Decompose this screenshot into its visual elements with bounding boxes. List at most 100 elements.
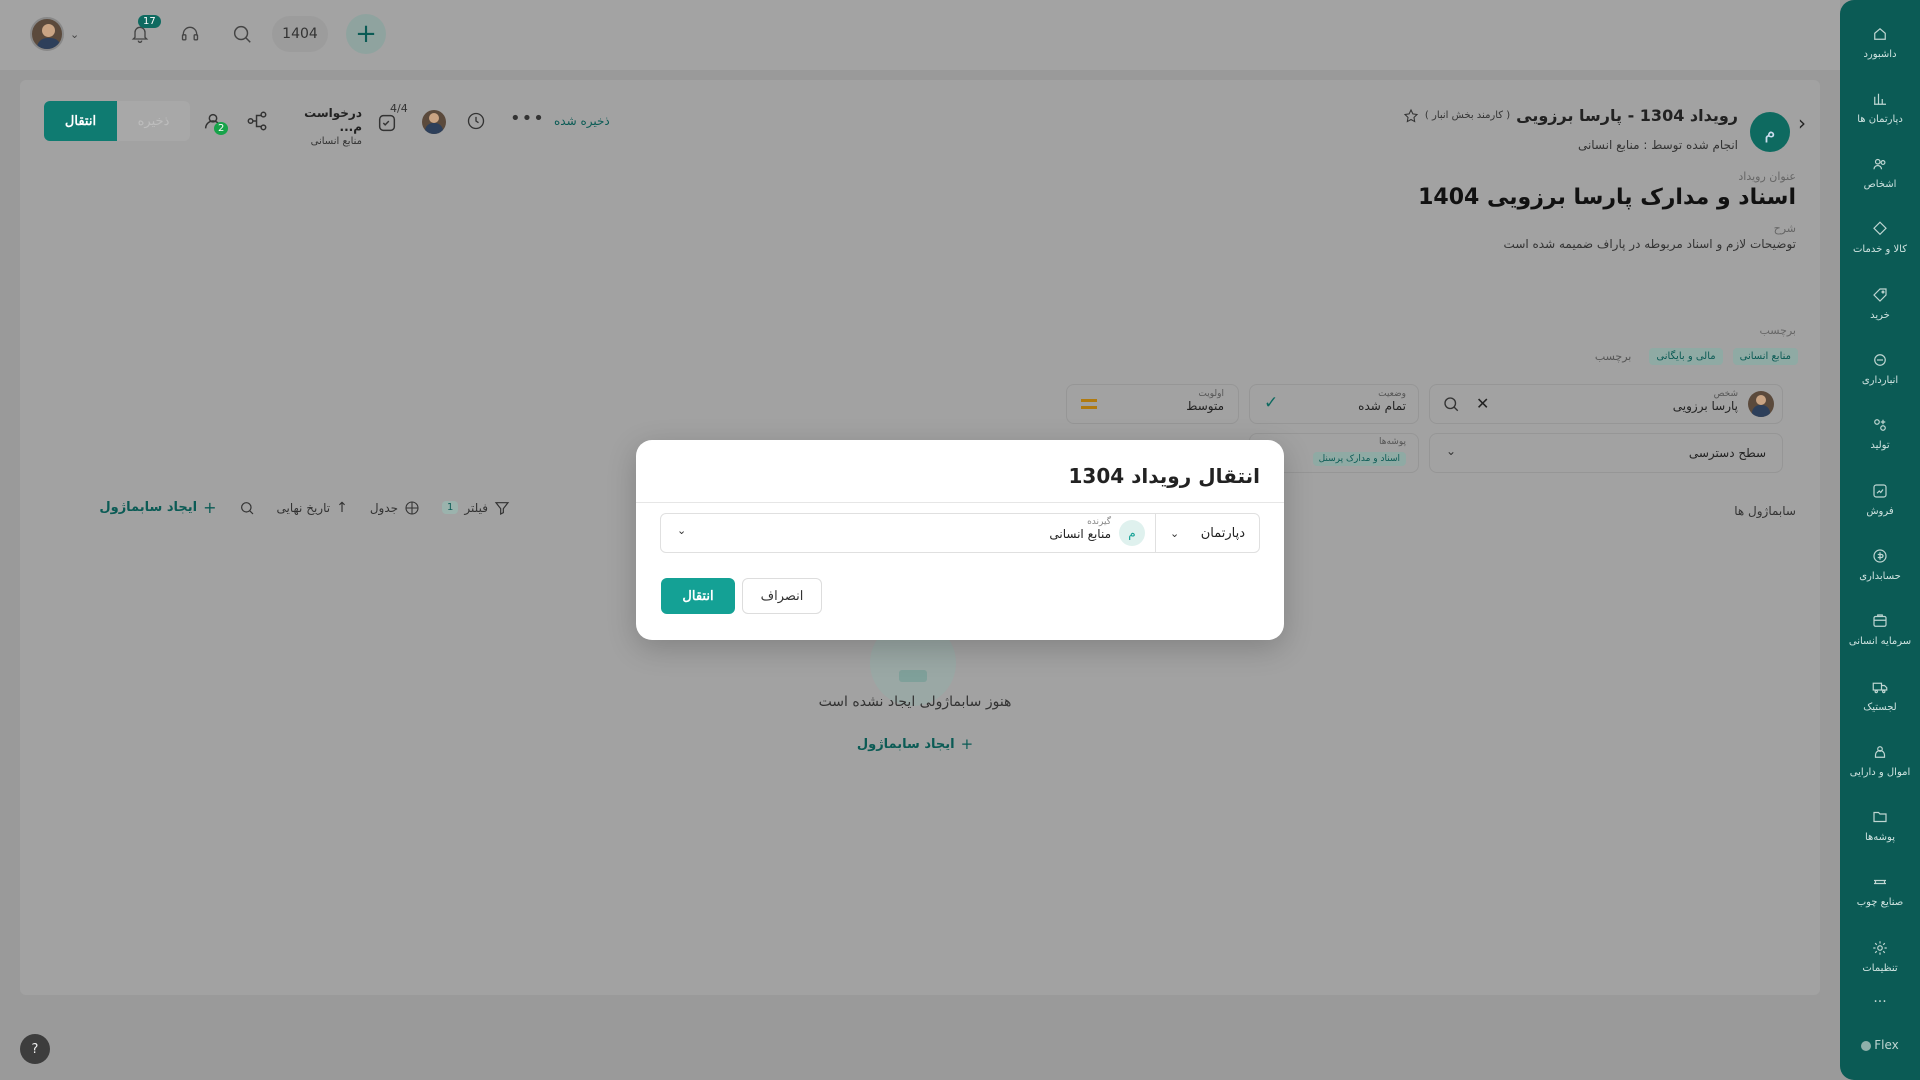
close-icon[interactable]: ✕ (1476, 394, 1489, 413)
sidebar-item-label: دپارتمان ها (1857, 113, 1903, 125)
avatar (1748, 391, 1774, 417)
table-label: جدول (369, 500, 399, 515)
tag-chip[interactable]: مالی و بایگانی (1649, 348, 1723, 365)
request-title[interactable]: درخواست م... (282, 106, 362, 134)
search-icon[interactable] (239, 500, 255, 516)
check-icon: ✓ (1264, 393, 1279, 413)
empty-create-subprocess-button[interactable]: + ایجاد سابماژول (810, 735, 1020, 753)
share-nodes-icon (247, 111, 267, 131)
clock-icon (467, 112, 485, 130)
performed-by: انجام شده توسط : منابع انسانی (1577, 138, 1738, 152)
year-selector[interactable]: 1404 (272, 16, 328, 52)
warehouse-icon (1874, 354, 1886, 366)
avatar (30, 17, 64, 51)
plus-icon: + (960, 735, 974, 753)
sidebar-item[interactable]: تولید (1840, 406, 1920, 462)
filter-icon (494, 501, 510, 515)
view-table-button[interactable]: جدول (370, 500, 420, 516)
sidebar-item-label: فروش (1866, 505, 1894, 517)
tag-chip[interactable]: منابع انسانی (1732, 348, 1798, 365)
sidebar-item[interactable]: سرمایه انسانی (1840, 602, 1920, 658)
department-select[interactable]: دپارتمان ⌄ (1155, 514, 1259, 552)
sidebar-item[interactable]: خرید (1840, 275, 1920, 331)
create-subprocess-button[interactable]: + ایجاد سابماژول (99, 498, 216, 517)
search-icon[interactable] (1442, 395, 1460, 413)
sidebar-item[interactable]: داشبورد (1840, 14, 1920, 70)
add-button[interactable]: + (346, 14, 386, 54)
back-arrow-icon[interactable]: › (1798, 111, 1818, 135)
sidebar-item-label: تنظیمات (1862, 962, 1898, 974)
sidebar-item-label: سرمایه انسانی (1848, 636, 1912, 648)
home-icon (1874, 27, 1886, 40)
status-field[interactable]: وضعیت تمام شده ✓ (1249, 384, 1419, 424)
folder-tag[interactable]: اسناد و مدارک پرسنل (1312, 452, 1406, 466)
support-button[interactable] (170, 14, 210, 54)
filter-label: فیلتر (464, 500, 488, 515)
arrow-up-icon: ↑ (336, 499, 348, 516)
sidebar-item[interactable]: پوشه‌ها (1840, 798, 1920, 854)
sidebar-item[interactable]: انبارداری (1840, 341, 1920, 397)
brand-name: Flex (1874, 1038, 1899, 1052)
event-title[interactable]: اسناد و مدارک پارسا برزویی 1404 (1096, 185, 1796, 210)
person-value: پارسا برزویی (1672, 399, 1738, 413)
receiver-field[interactable]: دپارتمان ⌄ م گیرنده منابع انسانی ⌄ (660, 513, 1260, 553)
transfer-modal: انتقال رویداد 1304 دپارتمان ⌄ م گیرنده م… (636, 440, 1284, 640)
sidebar-item-label: خرید (1870, 309, 1890, 321)
receiver-value: منابع انسانی (1049, 527, 1111, 541)
accounting-icon (1873, 549, 1887, 563)
create-subprocess-label: ایجاد سابماژول (99, 500, 198, 515)
description-text[interactable]: توضیحات لازم و اسناد مربوطه در پاراف ضمی… (1096, 237, 1796, 251)
sidebar-item[interactable]: اموال و دارایی (1840, 732, 1920, 788)
sidebar-item[interactable]: لجستیک (1840, 667, 1920, 723)
sidebar-item[interactable]: اشخاص (1840, 145, 1920, 201)
star-icon[interactable] (1403, 108, 1419, 124)
confirm-transfer-button[interactable]: انتقال (661, 578, 735, 614)
sidebar-item[interactable]: دپارتمان ها (1840, 79, 1920, 135)
sidebar-item[interactable]: فروش (1840, 471, 1920, 527)
transfer-button[interactable]: انتقال (44, 101, 117, 141)
chart-icon (1874, 93, 1886, 105)
sales-icon (1873, 483, 1887, 498)
tags-label: برچسب (1759, 324, 1796, 337)
grid-icon (405, 500, 419, 515)
sidebar-more-button[interactable]: ... (1840, 990, 1920, 1006)
sidebar-item[interactable]: تنظیمات (1840, 928, 1920, 984)
workflow-button[interactable] (246, 110, 268, 136)
filter-button[interactable]: فیلتر 1 (442, 500, 510, 516)
sidebar-item[interactable]: کالا و خدمات (1840, 210, 1920, 266)
sidebar-item-label: تولید (1870, 440, 1890, 452)
asset-icon (1874, 745, 1886, 758)
chevron-down-icon: ⌄ (1170, 526, 1180, 540)
person-field[interactable]: شخص پارسا برزویی ✕ (1429, 384, 1783, 424)
more-options-icon[interactable]: ••• (510, 108, 545, 129)
folder-icon (1873, 811, 1887, 823)
history-button[interactable] (466, 111, 486, 135)
priority-value: متوسط (1186, 399, 1224, 413)
production-icon (1874, 419, 1886, 432)
sidebar-item[interactable]: حسابداری (1840, 536, 1920, 592)
sidebar-item[interactable]: صنایع چوب (1840, 863, 1920, 919)
watchers-button[interactable]: 2 (202, 110, 229, 136)
chevron-down-icon[interactable]: ⌄ (677, 524, 686, 537)
empty-state-text: هنوز سابماژولی ایجاد نشده است (818, 694, 1012, 710)
sort-button[interactable]: ↑ تاریخ نهایی (277, 500, 348, 516)
watchers-count: 2 (214, 122, 229, 135)
notifications-button[interactable]: 17 (120, 14, 161, 54)
assignee-avatar[interactable] (422, 110, 446, 134)
modal-title: انتقال رویداد 1304 (1068, 464, 1260, 488)
receiver-avatar: م (1119, 520, 1145, 546)
tags-input[interactable]: برچسب (1595, 350, 1632, 363)
access-level-select[interactable]: سطح دسترسی ⌄ (1429, 433, 1783, 473)
help-button[interactable]: ? (20, 1034, 50, 1064)
event-title-label: عنوان رویداد (1738, 170, 1796, 183)
cancel-button[interactable]: انصراف (742, 578, 822, 614)
sidebar-item-label: اموال و دارایی (1849, 766, 1911, 778)
event-header-subtitle: ( کارمند بخش انبار ) (1424, 110, 1511, 121)
tag-icon (1873, 288, 1887, 302)
plus-icon: + (203, 498, 217, 517)
user-menu[interactable]: ⌄ (30, 14, 100, 54)
save-button[interactable]: ذخیره (117, 101, 190, 141)
search-button[interactable] (222, 14, 262, 54)
priority-field[interactable]: اولویت متوسط (1066, 384, 1239, 424)
headset-icon (181, 26, 199, 41)
